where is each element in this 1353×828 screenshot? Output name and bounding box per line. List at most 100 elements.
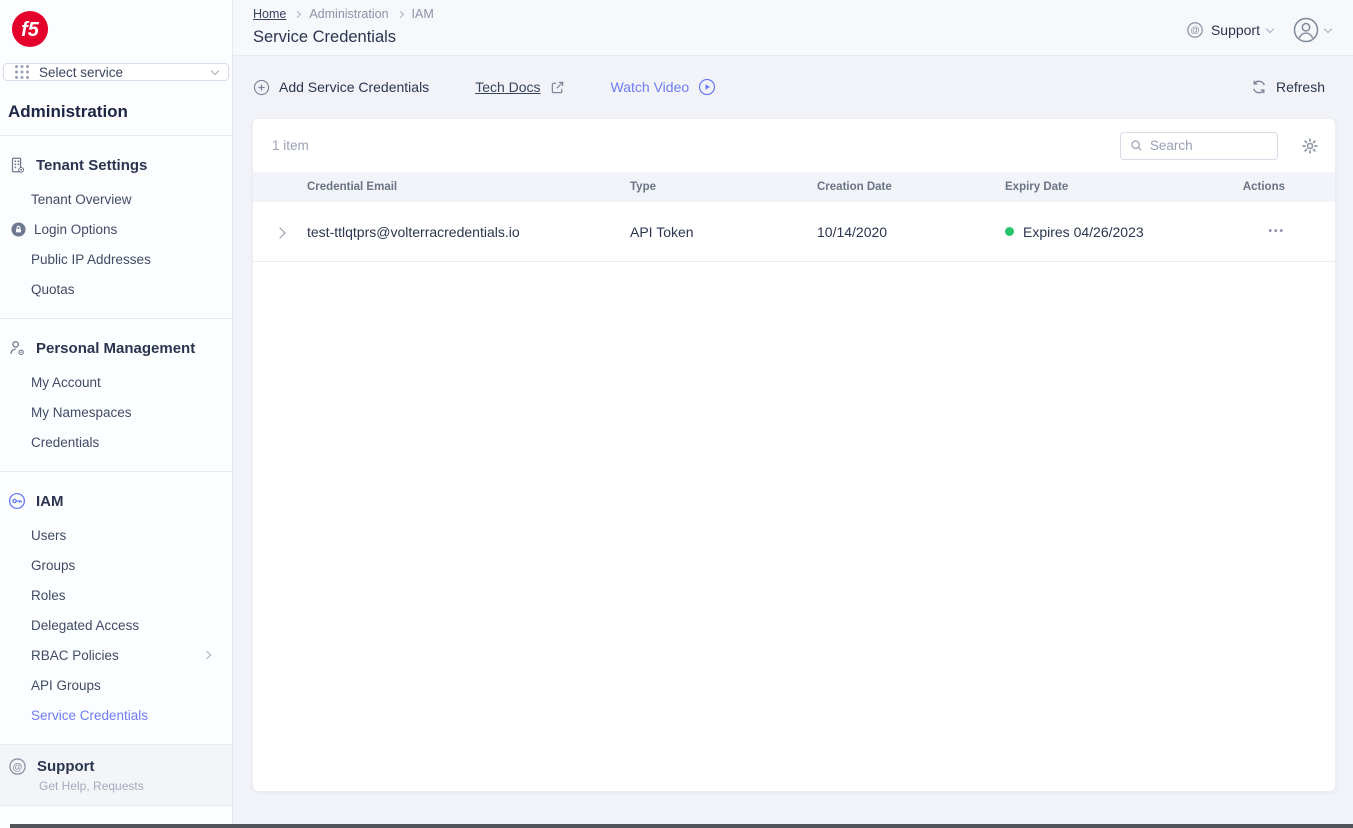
refresh-icon [1251,79,1267,95]
refresh-button[interactable]: Refresh [1251,79,1325,95]
sidebar-item-login-options[interactable]: Login Options [8,214,232,244]
f5-logo-icon: f5 [11,10,49,48]
add-service-credentials-button[interactable]: Add Service Credentials [253,79,429,96]
svg-text:@: @ [13,762,23,773]
sidebar-item-roles[interactable]: Roles [8,580,232,610]
sidebar-item-label: Roles [31,588,66,603]
breadcrumb-home-link[interactable]: Home [253,7,286,21]
cell-expiry-date: Expires 04/26/2023 [1005,224,1185,240]
section-title: IAM [36,493,64,510]
horizontal-scrollbar[interactable] [10,824,1353,828]
avatar [1293,17,1319,43]
section-title: Personal Management [36,340,195,357]
lock-badge-icon [11,222,26,237]
sidebar-item-support[interactable]: @ Support Get Help, Requests [0,744,232,806]
sidebar-section-personal-management: Personal Management My Account My Namesp… [0,318,232,471]
breadcrumb-administration: Administration [309,7,388,21]
svg-text:f5: f5 [21,19,40,41]
sidebar-item-users[interactable]: Users [8,520,232,550]
chevron-down-icon [1324,24,1332,32]
chevron-down-icon [1266,24,1274,32]
sidebar-item-label: My Account [31,375,101,390]
card-header: 1 item [253,119,1335,172]
column-header-creation-date[interactable]: Creation Date [817,181,1005,193]
column-header-expiry-date[interactable]: Expiry Date [1005,181,1185,193]
sidebar-item-my-namespaces[interactable]: My Namespaces [8,397,232,427]
service-credentials-card: 1 item [252,118,1336,792]
sidebar-item-my-account[interactable]: My Account [8,367,232,397]
support-menu-label: Support [1211,22,1260,38]
status-dot [1005,227,1014,236]
add-service-credentials-label: Add Service Credentials [279,79,429,95]
breadcrumb-iam: IAM [412,7,434,21]
sidebar-section-tenant-settings: Tenant Settings Tenant Overview Login Op… [0,135,232,318]
sidebar-item-label: Credentials [31,435,99,450]
row-actions-button[interactable]: ••• [1185,226,1285,237]
topbar: Home Administration IAM Service Credenti… [233,0,1353,56]
tech-docs-label: Tech Docs [475,79,540,95]
sidebar-section-iam-header[interactable]: IAM [8,485,232,516]
sidebar-item-label: Groups [31,558,75,573]
sidebar-item-groups[interactable]: Groups [8,550,232,580]
expiry-label: Expires 04/26/2023 [1023,224,1144,240]
key-circle-icon [8,492,26,510]
person-gear-icon [8,339,26,357]
sidebar-item-label: Tenant Overview [31,192,132,207]
sidebar-heading: Administration [8,102,232,122]
sidebar-item-label: RBAC Policies [31,648,119,663]
external-link-icon [550,80,565,95]
column-header-type[interactable]: Type [630,181,817,193]
sidebar-item-api-groups[interactable]: API Groups [8,670,232,700]
support-at-icon: @ [1186,21,1204,39]
sidebar-item-label: Quotas [31,282,75,297]
breadcrumb-separator-icon [294,10,301,17]
svg-text:@: @ [1190,25,1200,36]
support-menu[interactable]: @ Support [1186,21,1273,39]
sidebar-section-personal-management-header[interactable]: Personal Management [8,332,232,363]
table-row: test-ttlqtprs@volterracredentials.io API… [253,202,1335,262]
table-settings-button[interactable] [1301,137,1319,155]
sidebar-section-tenant-settings-header[interactable]: Tenant Settings [8,149,232,180]
gear-icon [1301,137,1319,155]
sidebar: f5 Select service Administration [0,0,233,828]
sidebar-item-credentials[interactable]: Credentials [8,427,232,457]
cell-credential-email: test-ttlqtprs@volterracredentials.io [307,224,630,240]
item-count: 1 item [272,138,309,153]
sidebar-item-service-credentials[interactable]: Service Credentials [8,700,232,730]
chevron-down-icon [211,66,219,74]
section-title: Tenant Settings [36,157,147,174]
support-title: Support [37,758,95,775]
cell-creation-date: 10/14/2020 [817,224,1005,240]
table-header-row: Credential Email Type Creation Date Expi… [253,172,1335,202]
apps-grid-icon [14,64,30,80]
sidebar-item-delegated-access[interactable]: Delegated Access [8,610,232,640]
breadcrumb: Home Administration IAM [253,7,434,21]
sidebar-item-label: Users [31,528,66,543]
sidebar-item-label: Public IP Addresses [31,252,151,267]
app-root: f5 Select service Administration [0,0,1353,828]
support-at-icon: @ [8,757,27,776]
play-circle-icon [698,78,716,96]
column-header-actions: Actions [1185,181,1285,193]
service-selector[interactable]: Select service [3,63,229,81]
support-subtitle: Get Help, Requests [39,779,232,793]
sidebar-item-label: Delegated Access [31,618,139,633]
column-header-credential-email[interactable]: Credential Email [307,181,630,193]
watch-video-link[interactable]: Watch Video [611,78,717,96]
sidebar-section-iam: IAM Users Groups Roles Delegated Access … [0,471,232,744]
sidebar-item-quotas[interactable]: Quotas [8,274,232,304]
sidebar-item-tenant-overview[interactable]: Tenant Overview [8,184,232,214]
tech-docs-link[interactable]: Tech Docs [475,79,564,95]
service-selector-label: Select service [39,65,203,80]
row-expand-button[interactable] [272,220,288,244]
sidebar-item-public-ip-addresses[interactable]: Public IP Addresses [8,244,232,274]
watch-video-label: Watch Video [611,79,690,95]
sidebar-item-label: My Namespaces [31,405,132,420]
plus-circle-icon [253,79,270,96]
f5-logo[interactable]: f5 [0,0,232,50]
sidebar-item-rbac-policies[interactable]: RBAC Policies [8,640,232,670]
search-input[interactable] [1150,138,1268,153]
breadcrumb-separator-icon [397,10,404,17]
cell-type: API Token [630,224,817,240]
user-menu[interactable] [1293,17,1331,43]
